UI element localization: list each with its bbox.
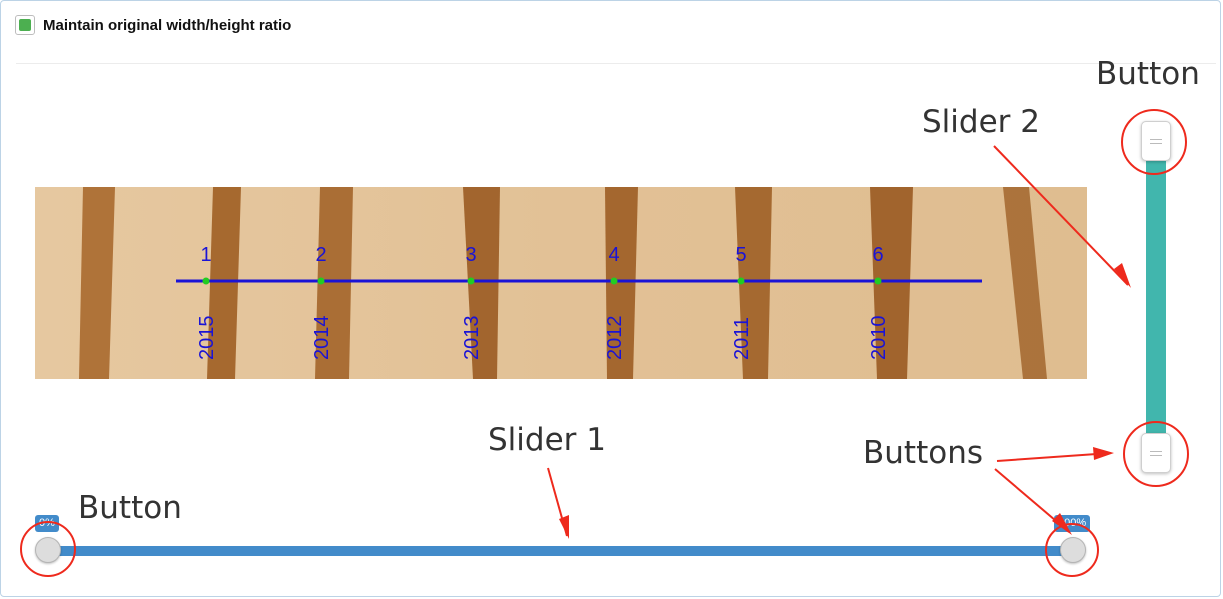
wood-core-graphic: 1 2015 2 2014 3 2013 4 2012 5 2011 6 2010 (35, 187, 1087, 379)
handle-grip (1150, 139, 1162, 140)
arrowhead (559, 515, 569, 539)
arrowhead (1093, 447, 1114, 460)
measurement-point[interactable] (317, 277, 325, 285)
slider-2-top-handle[interactable] (1141, 121, 1171, 161)
point-year-label: 2012 (604, 316, 626, 361)
slider-2-bottom-handle[interactable] (1141, 433, 1171, 473)
ring-band (79, 187, 115, 379)
maintain-ratio-checkbox[interactable] (15, 15, 35, 35)
wood-core-image[interactable]: 1 2015 2 2014 3 2013 4 2012 5 2011 6 2010 (35, 187, 1087, 379)
slider-2-track[interactable] (1146, 151, 1166, 453)
slider-1-min-handle[interactable] (35, 537, 61, 563)
point-number-label: 4 (608, 244, 619, 266)
measurement-point[interactable] (202, 277, 210, 285)
handle-grip (1150, 143, 1162, 144)
arrow (547, 467, 568, 537)
annotation-buttons: Buttons (863, 435, 983, 471)
slider-1-track[interactable] (49, 546, 1074, 556)
maintain-ratio-label: Maintain original width/height ratio (43, 16, 292, 34)
divider (16, 63, 1216, 64)
slider-1-max-handle[interactable] (1060, 537, 1086, 563)
arrow (996, 452, 1112, 462)
point-number-label: 1 (200, 244, 211, 266)
point-number-label: 6 (872, 244, 883, 266)
point-number-label: 3 (465, 244, 476, 266)
handle-grip (1150, 455, 1162, 456)
annotation-button-left: Button (78, 490, 182, 526)
point-year-label: 2014 (311, 316, 333, 361)
point-year-label: 2010 (868, 316, 890, 361)
slider-1-max-tag: 100% (1054, 515, 1091, 532)
handle-grip (1150, 451, 1162, 452)
annotation-slider-2: Slider 2 (922, 104, 1040, 140)
point-number-label: 2 (315, 244, 326, 266)
checkbox-checked-mark (19, 19, 31, 31)
maintain-ratio-option[interactable]: Maintain original width/height ratio (15, 14, 291, 36)
point-year-label: 2011 (731, 317, 753, 360)
point-number-label: 5 (735, 244, 746, 266)
point-year-label: 2015 (196, 316, 218, 361)
measurement-point[interactable] (737, 277, 745, 285)
measurement-point[interactable] (610, 277, 618, 285)
arrowhead (1114, 263, 1131, 288)
ring-measure-panel: Maintain original width/height ratio 1 2… (0, 0, 1221, 597)
slider-1-min-tag: 0% (35, 515, 59, 532)
annotation-slider-1: Slider 1 (488, 422, 606, 458)
measurement-point[interactable] (467, 277, 475, 285)
measurement-point[interactable] (874, 277, 882, 285)
point-year-label: 2013 (461, 316, 483, 361)
annotation-button-top: Button (1096, 56, 1200, 92)
